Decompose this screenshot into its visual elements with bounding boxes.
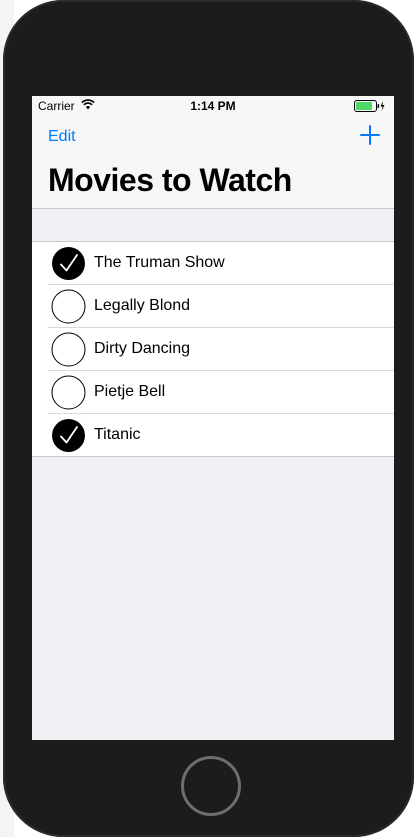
- empty-circle-icon[interactable]: [51, 375, 86, 410]
- device-screen: Carrier 1:14 PM Edit Movies to Watch The…: [32, 96, 394, 740]
- list-item[interactable]: The Truman Show: [48, 242, 394, 285]
- list-item[interactable]: Dirty Dancing: [48, 328, 394, 371]
- navigation-bar: Edit Movies to Watch: [32, 116, 394, 209]
- clock: 1:14 PM: [190, 99, 236, 113]
- checkmark-circle-icon[interactable]: [51, 246, 86, 281]
- edit-button[interactable]: Edit: [48, 128, 76, 146]
- empty-circle-icon[interactable]: [51, 289, 86, 324]
- movie-title: Pietje Bell: [94, 383, 166, 400]
- page-title: Movies to Watch: [48, 162, 292, 198]
- status-bar: Carrier 1:14 PM: [32, 96, 394, 116]
- home-button[interactable]: [181, 756, 241, 816]
- checkmark-circle-icon[interactable]: [51, 418, 86, 453]
- phone-frame: Carrier 1:14 PM Edit Movies to Watch The…: [3, 0, 414, 837]
- list-item[interactable]: Pietje Bell: [48, 371, 394, 414]
- empty-circle-icon[interactable]: [51, 332, 86, 367]
- movie-title: Legally Blond: [94, 297, 191, 314]
- list-item[interactable]: Legally Blond: [48, 285, 394, 328]
- plus-icon[interactable]: [359, 124, 381, 146]
- battery-icon: [354, 100, 385, 112]
- movie-title: Dirty Dancing: [94, 340, 191, 357]
- movie-list: The Truman Show Legally Blond Dirty Dancin…: [32, 241, 394, 457]
- movie-title: Titanic: [94, 426, 141, 443]
- movie-title: The Truman Show: [94, 254, 225, 271]
- list-item[interactable]: Titanic: [48, 414, 394, 456]
